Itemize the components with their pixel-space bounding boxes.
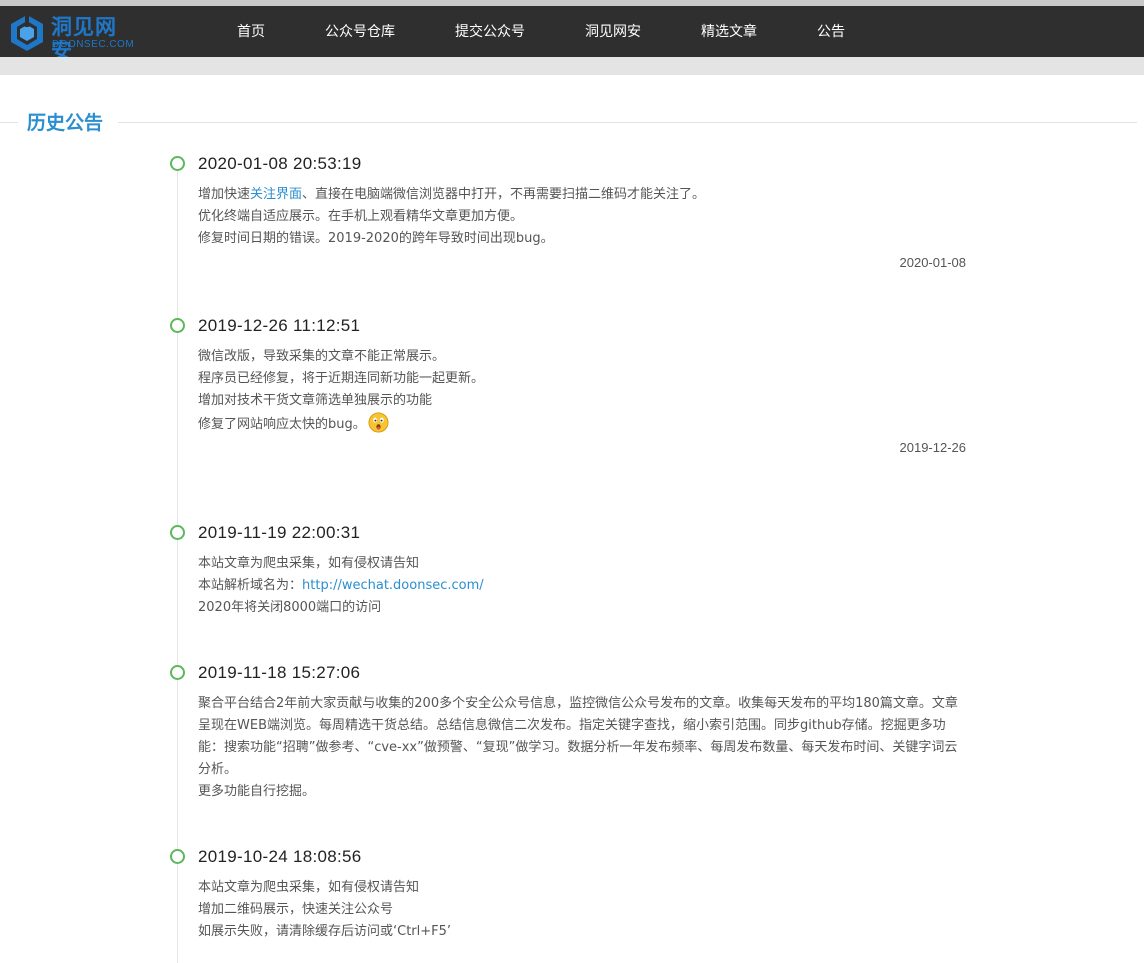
announcement-line: 修复了网站响应太快的bug。 — [198, 412, 960, 436]
section-divider — [0, 122, 18, 123]
announcement-line: 修复时间日期的错误。2019-2020的跨年导致时间出现bug。 — [198, 231, 554, 246]
announcement-line: 微信改版，导致采集的文章不能正常展示。 — [198, 349, 446, 364]
nav-featured-articles[interactable]: 精选文章 — [701, 22, 757, 42]
timeline-dot — [170, 318, 185, 333]
announcement-date: 2020-01-08 — [899, 255, 967, 270]
nav-account-repo[interactable]: 公众号仓库 — [325, 22, 395, 42]
announcement-body: 本站文章为爬虫采集，如有侵权请告知 本站解析域名为：http://wechat.… — [198, 553, 960, 619]
announcement-line: 如展示失败，请清除缓存后访问或‘Ctrl+F5’ — [198, 924, 452, 939]
sub-header-bar — [0, 57, 1144, 75]
announcement-line: 程序员已经修复，将于近期连同新功能一起更新。 — [198, 371, 485, 386]
announcement-line: 增加快速关注界面、直接在电脑端微信浏览器中打开，不再需要扫描二维码才能关注了。 — [198, 187, 706, 202]
logo-domain: DOONSEC.COM — [52, 39, 135, 50]
timeline-dot — [170, 156, 185, 171]
surprised-emoji-icon — [368, 412, 389, 433]
announcement-paragraph: 聚合平台结合2年前大家贡献与收集的200多个安全公众号信息，监控微信公众号发布的… — [198, 696, 958, 777]
timeline-line — [177, 160, 178, 963]
page-title: 历史公告 — [27, 112, 104, 134]
announcement-line: 更多功能自行挖掘。 — [198, 784, 316, 799]
nav-announcements[interactable]: 公告 — [817, 22, 845, 42]
nav-submit-account[interactable]: 提交公众号 — [455, 22, 525, 42]
announcement-timestamp: 2019-12-26 11:12:51 — [198, 316, 361, 335]
announcement-line: 本站文章为爬虫采集，如有侵权请告知 — [198, 556, 420, 571]
timeline-dot — [170, 665, 185, 680]
nav-home[interactable]: 首页 — [237, 22, 265, 42]
timeline-dot — [170, 849, 185, 864]
timeline-dot — [170, 525, 185, 540]
announcement-line: 本站解析域名为：http://wechat.doonsec.com/ — [198, 578, 484, 593]
announcement-line: 本站文章为爬虫采集，如有侵权请告知 — [198, 880, 420, 895]
announcement-line: 增加对技术干货文章筛选单独展示的功能 — [198, 393, 433, 408]
nav-doonsec[interactable]: 洞见网安 — [585, 22, 641, 42]
site-logo[interactable]: 洞见网安 DOONSEC.COM — [8, 12, 138, 63]
logo-mark-icon — [11, 15, 43, 51]
announcement-date: 2019-12-26 — [899, 440, 967, 455]
top-navbar: 洞见网安 DOONSEC.COM 首页 公众号仓库 提交公众号 洞见网安 精选文… — [0, 6, 1144, 63]
announcement-line: 增加二维码展示，快速关注公众号 — [198, 902, 394, 917]
announcement-timestamp: 2019-11-19 22:00:31 — [198, 523, 361, 542]
announcement-line: 优化终端自适应展示。在手机上观看精华文章更加方便。 — [198, 209, 524, 224]
follow-page-link[interactable]: 关注界面 — [250, 187, 302, 202]
announcement-timestamp: 2020-01-08 20:53:19 — [198, 154, 362, 173]
announcement-line: 2020年将关闭8000端口的访问 — [198, 600, 382, 615]
announcement-body: 本站文章为爬虫采集，如有侵权请告知 增加二维码展示，快速关注公众号 如展示失败，… — [198, 877, 960, 943]
announcement-body: 增加快速关注界面、直接在电脑端微信浏览器中打开，不再需要扫描二维码才能关注了。 … — [198, 184, 960, 250]
announcement-timestamp: 2019-11-18 15:27:06 — [198, 663, 361, 682]
section-divider — [118, 122, 1137, 123]
domain-link[interactable]: http://wechat.doonsec.com/ — [302, 578, 484, 593]
announcement-body: 聚合平台结合2年前大家贡献与收集的200多个安全公众号信息，监控微信公众号发布的… — [198, 693, 960, 803]
announcement-timestamp: 2019-10-24 18:08:56 — [198, 847, 362, 866]
announcement-body: 微信改版，导致采集的文章不能正常展示。 程序员已经修复，将于近期连同新功能一起更… — [198, 346, 960, 436]
